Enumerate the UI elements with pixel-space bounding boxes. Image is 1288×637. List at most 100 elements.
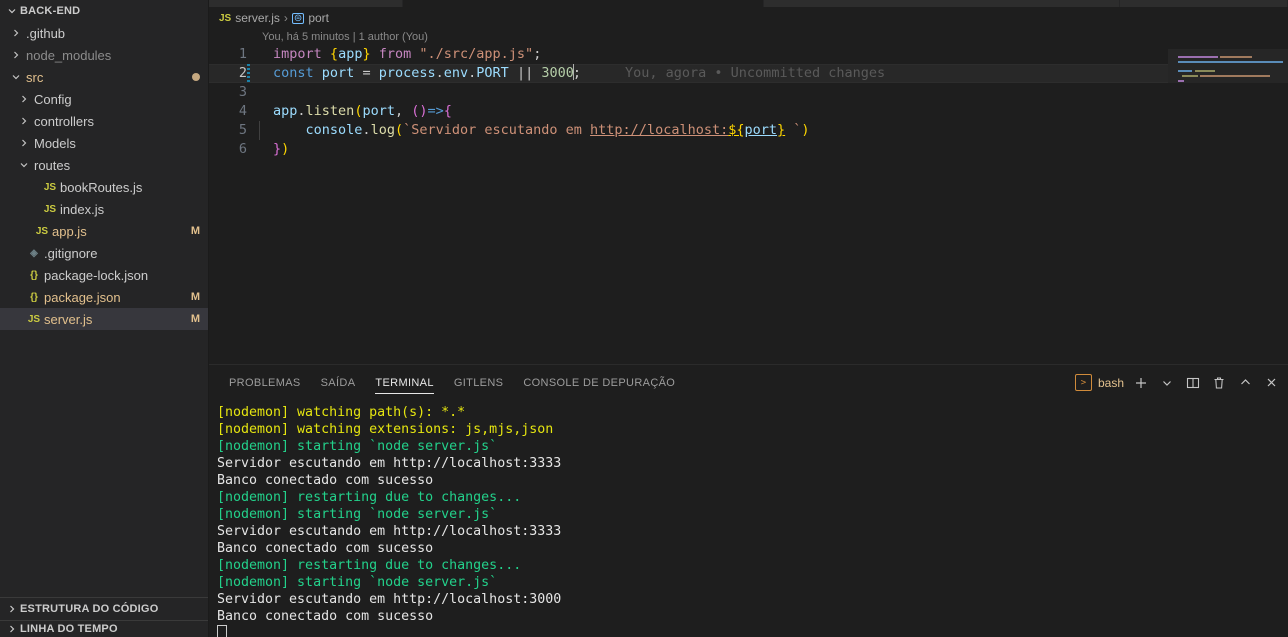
- json-file-icon: {}: [30, 269, 38, 281]
- breadcrumb-separator: ›: [283, 11, 288, 25]
- terminal-output[interactable]: [nodemon] watching path(s): *.* [nodemon]…: [209, 400, 1288, 637]
- trash-icon[interactable]: [1210, 374, 1228, 392]
- code-line-5-text: console.log(`Servidor escutando em http:…: [261, 121, 810, 140]
- terminal-line: Servidor escutando em http://localhost:3…: [217, 456, 562, 471]
- indent-guide: [259, 121, 260, 140]
- panel-tab-sa-da[interactable]: SAÍDA: [311, 365, 366, 400]
- plus-icon[interactable]: [1132, 374, 1150, 392]
- file-tree-item-app-js[interactable]: JS app.js M: [0, 220, 208, 242]
- breadcrumb-symbol-label: port: [308, 11, 329, 25]
- chevron-right-icon: [4, 624, 20, 634]
- code-line-6: 6 }): [209, 140, 1288, 159]
- file-tree-item-models[interactable]: Models: [0, 132, 208, 154]
- explorer-root-header[interactable]: BACK-END: [0, 0, 208, 22]
- tok-listen: listen: [305, 103, 355, 119]
- breadcrumb: JS server.js › ⊜ port: [209, 7, 1288, 29]
- breadcrumb-symbol[interactable]: ⊜ port: [291, 11, 329, 25]
- code-line-1: 1 import {app} from "./src/app.js";: [209, 45, 1288, 64]
- file-tree-item-node-modules[interactable]: node_modules: [0, 44, 208, 66]
- terminal-shell-label: bash: [1097, 375, 1124, 390]
- line-number: 2: [238, 65, 247, 81]
- file-tree-item-routes[interactable]: routes: [0, 154, 208, 176]
- chevron-down-icon[interactable]: [1158, 374, 1176, 392]
- terminal-cursor: [217, 625, 227, 637]
- inline-git-blame[interactable]: You, agora • Uncommitted changes: [581, 65, 885, 81]
- tok-port: port: [321, 65, 355, 81]
- panel-actions: > bash: [1074, 374, 1280, 392]
- js-file-icon: JS: [43, 203, 57, 215]
- tok-brace-open: {: [329, 46, 339, 62]
- editor-area: JS server.js › ⊜ port You, há 5 minutos …: [209, 0, 1288, 637]
- terminal-line: Servidor escutando em http://localhost:3…: [217, 524, 562, 539]
- panel-tab-list: PROBLEMAS SAÍDA TERMINAL GITLENS CONSOLE DE …: [219, 365, 685, 400]
- tok-string-text: Servidor escutando em: [411, 122, 591, 138]
- panel-tab-problemas[interactable]: PROBLEMAS: [219, 365, 311, 400]
- tok-module-path: "./src/app.js": [419, 46, 534, 62]
- file-tree-item-controllers[interactable]: controllers: [0, 110, 208, 132]
- code-editor[interactable]: You, há 5 minutos | 1 author (You) 1 imp…: [209, 29, 1288, 364]
- sidebar-section-outline-label: ESTRUTURA DO CÓDIGO: [20, 603, 159, 615]
- tok-log: log: [370, 122, 395, 138]
- chevron-up-icon[interactable]: [1236, 374, 1254, 392]
- chevron-down-icon: [4, 6, 20, 16]
- code-line-2: 2 const port = process.env.PORT || 3000;…: [209, 64, 1288, 83]
- file-tree: .github node_modules src Config controllers M…: [0, 22, 208, 597]
- line-number: 1: [238, 46, 247, 62]
- close-icon[interactable]: [1262, 374, 1280, 392]
- file-tree-item-bookroutes-js[interactable]: JS bookRoutes.js: [0, 176, 208, 198]
- tab-inactive-1[interactable]: [209, 0, 403, 7]
- chevron-right-icon: [16, 138, 32, 148]
- bottom-panel: PROBLEMAS SAÍDA TERMINAL GITLENS CONSOLE DE …: [209, 364, 1288, 637]
- terminal-shell-selector[interactable]: > bash: [1074, 374, 1124, 391]
- file-tree-item-server-js[interactable]: JS server.js M: [0, 308, 208, 330]
- code-line-3: 3: [209, 83, 1288, 102]
- file-tree-item-label: .gitignore: [44, 245, 98, 261]
- js-file-icon: JS: [219, 12, 232, 24]
- git-status-badge: M: [190, 313, 200, 325]
- file-tree-item-src[interactable]: src: [0, 66, 208, 88]
- sidebar-section-outline[interactable]: ESTRUTURA DO CÓDIGO: [0, 597, 208, 620]
- terminal-line: [nodemon] restarting due to changes...: [217, 490, 522, 505]
- chevron-right-icon: [4, 604, 20, 614]
- tok-brace-close: }: [273, 141, 282, 157]
- terminal-line: [nodemon] starting `node server.js`: [217, 439, 498, 454]
- terminal-line: [nodemon] starting `node server.js`: [217, 507, 498, 522]
- tab-active-server-js[interactable]: [403, 0, 764, 7]
- file-tree-item--github[interactable]: .github: [0, 22, 208, 44]
- code-lines: 1 import {app} from "./src/app.js"; 2 co…: [209, 45, 1288, 159]
- file-tree-item-config[interactable]: Config: [0, 88, 208, 110]
- terminal-line: [nodemon] watching path(s): *.*: [217, 405, 466, 420]
- breadcrumb-file[interactable]: JS server.js: [219, 11, 280, 25]
- tok-url[interactable]: http://localhost:: [590, 122, 728, 138]
- folder-change-dot: [192, 73, 200, 81]
- line-number: 5: [238, 122, 247, 138]
- file-tree-item-label: package-lock.json: [44, 267, 149, 283]
- editor-tab-strip: [209, 0, 1288, 7]
- variable-icon: ⊜: [291, 12, 305, 24]
- terminal-line: [nodemon] starting `node server.js`: [217, 575, 498, 590]
- file-tree-item-label: node_modules: [26, 47, 112, 63]
- panel-tab-terminal[interactable]: TERMINAL: [365, 365, 443, 400]
- split-editor-icon[interactable]: [1184, 374, 1202, 392]
- file-tree-item-label: src: [26, 69, 44, 85]
- panel-tab-gitlens[interactable]: GITLENS: [444, 365, 514, 400]
- code-line-2-text: const port = process.env.PORT || 3000; Yo…: [261, 64, 885, 83]
- modified-gutter-marker: [247, 64, 250, 83]
- file-tree-item-package-lock-json[interactable]: {} package-lock.json: [0, 264, 208, 286]
- terminal-line: Servidor escutando em http://localhost:3…: [217, 592, 562, 607]
- terminal-line: [nodemon] watching extensions: js,mjs,js…: [217, 422, 554, 437]
- sidebar-section-timeline[interactable]: LINHA DO TEMPO: [0, 620, 208, 637]
- code-line-4-text: app.listen(port, ()=>{: [261, 102, 452, 121]
- file-tree-item--gitignore[interactable]: ◈ .gitignore: [0, 242, 208, 264]
- tok-paren-close: ): [801, 122, 810, 138]
- tok-port-arg: port: [362, 103, 395, 119]
- vscode-window: BACK-END .github node_modules src Config con…: [0, 0, 1288, 637]
- panel-tab-console-de-depura-o[interactable]: CONSOLE DE DEPURAÇÃO: [513, 365, 685, 400]
- line-number: 6: [238, 141, 247, 157]
- file-tree-item-label: bookRoutes.js: [60, 179, 143, 195]
- file-tree-item-index-js[interactable]: JS index.js: [0, 198, 208, 220]
- tok-console: console: [305, 122, 363, 138]
- tab-inactive-2[interactable]: [764, 0, 1120, 7]
- tok-dot1: .: [435, 65, 444, 81]
- file-tree-item-package-json[interactable]: {} package.json M: [0, 286, 208, 308]
